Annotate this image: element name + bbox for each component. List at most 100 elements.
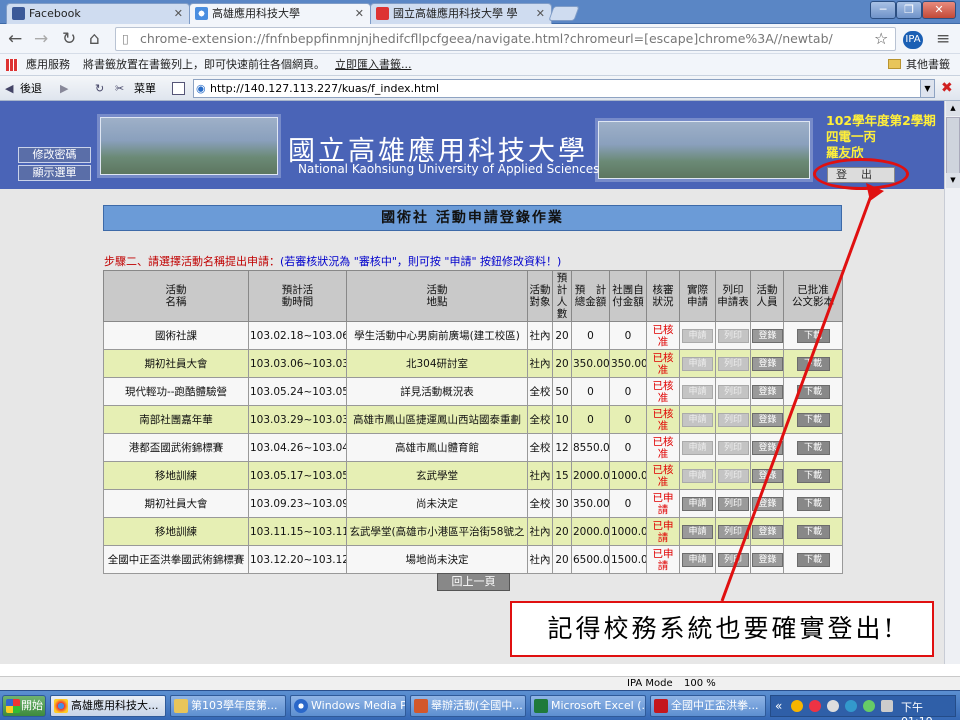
download-button[interactable]: 下載	[796, 496, 830, 511]
register-button[interactable]: 登錄	[752, 328, 783, 343]
taskbar-item-folder[interactable]: 第103學年度第...	[170, 695, 286, 717]
scroll-down-icon[interactable]: ▼	[946, 173, 960, 188]
apply-button[interactable]: 申請	[682, 524, 713, 539]
star-icon[interactable]: ☆	[874, 29, 888, 49]
forward-arrow-icon[interactable]: →	[34, 29, 48, 49]
network-icon[interactable]	[863, 700, 875, 712]
cell-name: 移地訓練	[103, 461, 249, 490]
chrome-icon	[54, 699, 68, 713]
tray-expand-icon[interactable]: «	[775, 699, 782, 713]
column-header-line: 地點	[426, 296, 448, 308]
close-icon[interactable]: ✕	[174, 4, 183, 23]
tools-icon[interactable]: ✂	[115, 76, 124, 101]
volume-icon[interactable]	[881, 700, 893, 712]
apply-button[interactable]: 申請	[682, 552, 713, 567]
download-button[interactable]: 下載	[796, 440, 830, 455]
other-bookmarks[interactable]: 其他書籤	[906, 54, 950, 76]
back-button[interactable]: 回上一頁	[437, 573, 510, 591]
tray-app-icon[interactable]	[791, 700, 803, 712]
download-button[interactable]: 下載	[796, 328, 830, 343]
ie-back-button[interactable]: 後退	[20, 76, 42, 101]
cell-time: 103.05.17~103.05.18	[248, 461, 347, 490]
back-arrow-icon[interactable]: ←	[8, 29, 22, 49]
apps-link[interactable]: 應用服務	[26, 54, 70, 76]
change-password-button[interactable]: 修改密碼	[18, 147, 91, 163]
taskbar-item-media-player[interactable]: Windows Media Pl...	[290, 695, 406, 717]
taskbar-item-chrome[interactable]: 高雄應用科技大...	[50, 695, 166, 717]
refresh-icon[interactable]: ↻	[95, 76, 104, 101]
print-button[interactable]: 列印	[717, 440, 749, 455]
print-button[interactable]: 列印	[717, 328, 749, 343]
scroll-thumb[interactable]	[946, 117, 960, 177]
print-button[interactable]: 列印	[717, 412, 749, 427]
apply-button[interactable]: 申請	[682, 468, 713, 483]
back-icon[interactable]: ◀	[5, 76, 13, 101]
download-button[interactable]: 下載	[796, 384, 830, 399]
taskbar-item-pdf[interactable]: 全國中正盃洪拳...	[650, 695, 766, 717]
menu-icon[interactable]: ≡	[936, 29, 950, 49]
minimize-button[interactable]: ─	[870, 1, 896, 19]
maximize-button[interactable]: ❐	[896, 1, 922, 19]
cell-name: 期初社員大會	[103, 489, 249, 518]
apply-button[interactable]: 申請	[682, 356, 713, 371]
tab-kuas-ie[interactable]: 國立高雄應用科技大學 學 ✕	[370, 3, 552, 24]
print-button[interactable]: 列印	[717, 524, 749, 539]
print-button[interactable]: 列印	[717, 552, 749, 567]
register-button[interactable]: 登錄	[752, 496, 783, 511]
tab-label: 高雄應用科技大學	[212, 7, 300, 20]
home-icon[interactable]: ⌂	[89, 29, 100, 49]
apply-button[interactable]: 申請	[682, 328, 713, 343]
tab-kuas[interactable]: 高雄應用科技大學 ✕	[189, 3, 371, 24]
print-button[interactable]: 列印	[717, 356, 749, 371]
address-bar[interactable]: ▯ chrome-extension://fnfnbeppfinmnjnjhed…	[115, 27, 896, 51]
print-button[interactable]: 列印	[717, 496, 749, 511]
apply-button[interactable]: 申請	[682, 440, 713, 455]
download-button[interactable]: 下載	[796, 552, 830, 567]
register-button[interactable]: 登錄	[752, 412, 783, 427]
register-button[interactable]: 登錄	[752, 552, 783, 567]
ie-menu-button[interactable]: 菜單	[134, 76, 156, 101]
taskbar-item-excel[interactable]: Microsoft Excel (...	[530, 695, 646, 717]
stop-icon[interactable]: ✖	[941, 76, 953, 101]
ie-address-bar[interactable]: ◉ http://140.127.113.227/kuas/f_index.ht…	[193, 79, 935, 98]
tray-app-icon[interactable]	[827, 700, 839, 712]
clock[interactable]: 下午 01:19	[901, 699, 955, 728]
print-button[interactable]: 列印	[717, 468, 749, 483]
apply-button[interactable]: 申請	[682, 496, 713, 511]
import-bookmarks-link[interactable]: 立即匯入書籤...	[335, 54, 412, 76]
folder-icon	[888, 59, 901, 69]
download-button[interactable]: 下載	[796, 468, 830, 483]
column-header: 實際 申請	[679, 270, 716, 322]
vertical-scrollbar[interactable]: ▲ ▼	[944, 101, 960, 664]
start-button[interactable]: 開始	[2, 695, 46, 717]
cell-download: 下載	[783, 489, 843, 518]
ipa-extension-icon[interactable]: IPA	[903, 31, 923, 49]
apply-button[interactable]: 申請	[682, 384, 713, 399]
register-button[interactable]: 登錄	[752, 468, 783, 483]
tray-app-icon[interactable]	[809, 700, 821, 712]
download-button[interactable]: 下載	[796, 356, 830, 371]
register-button[interactable]: 登錄	[752, 440, 783, 455]
register-button[interactable]: 登錄	[752, 384, 783, 399]
forward-icon[interactable]: ▶	[60, 76, 68, 101]
print-button[interactable]: 列印	[717, 384, 749, 399]
dropdown-icon[interactable]: ▼	[920, 80, 934, 97]
register-button[interactable]: 登錄	[752, 356, 783, 371]
new-tab-button[interactable]	[548, 6, 580, 21]
register-button[interactable]: 登錄	[752, 524, 783, 539]
scroll-up-icon[interactable]: ▲	[946, 101, 960, 116]
download-button[interactable]: 下載	[796, 412, 830, 427]
download-button[interactable]: 下載	[796, 524, 830, 539]
taskbar-item-powerpoint[interactable]: 舉辦活動(全國中...	[410, 695, 526, 717]
close-icon[interactable]: ✕	[355, 4, 364, 23]
close-window-button[interactable]: ✕	[922, 1, 956, 19]
show-menu-button[interactable]: 顯示選單	[18, 165, 91, 181]
chrome-icon	[195, 7, 208, 20]
tab-facebook[interactable]: Facebook ✕	[6, 3, 190, 24]
tray-app-icon[interactable]	[845, 700, 857, 712]
campus-photo-right	[598, 121, 810, 179]
apply-button[interactable]: 申請	[682, 412, 713, 427]
close-icon[interactable]: ✕	[536, 4, 545, 23]
reload-icon[interactable]: ↻	[62, 29, 76, 49]
zoom-level[interactable]: 100 %	[684, 677, 716, 690]
